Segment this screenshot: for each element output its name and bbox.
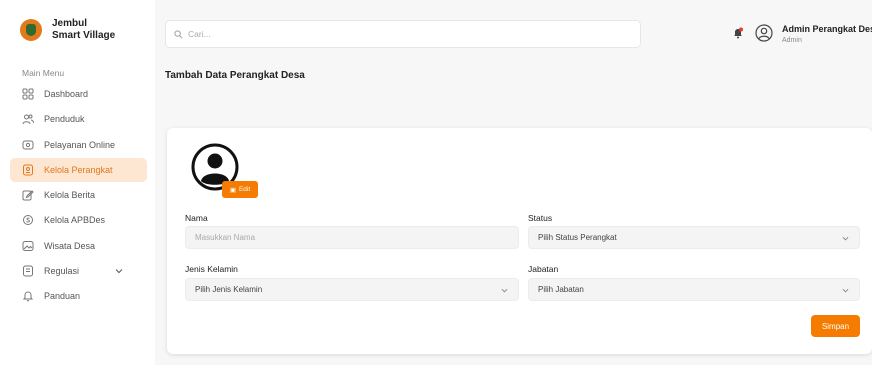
form-card: ▣ Edit Nama Status Pilih Status Perangka…	[167, 128, 872, 354]
document-icon	[22, 265, 34, 277]
save-button[interactable]: Simpan	[811, 315, 860, 337]
image-icon	[22, 240, 34, 252]
sidebar: Jembul Smart Village Main Menu Dashboard…	[0, 0, 155, 365]
brand-line-2: Smart Village	[52, 30, 116, 41]
user-name[interactable]: Admin Perangkat Des	[782, 24, 872, 34]
sidebar-item-label: Wisata Desa	[44, 240, 96, 251]
nama-field[interactable]	[185, 226, 519, 249]
brand-name: Jembul Smart Village	[52, 18, 115, 42]
sidebar-item-panduan[interactable]: Panduan	[10, 284, 147, 308]
sidebar-item-label: Penduduk	[44, 114, 85, 125]
jenis-kelamin-label: Jenis Kelamin	[185, 264, 238, 274]
sidebar-item-kelola-perangkat[interactable]: Kelola Perangkat	[10, 157, 147, 182]
brand[interactable]: Jembul Smart Village	[20, 18, 115, 42]
jenis-kelamin-select-value: Pilih Jenis Kelamin	[195, 285, 263, 294]
sidebar-item-kelola-apbdes[interactable]: Kelola APBDes	[10, 208, 147, 232]
sidebar-item-label: Panduan	[44, 291, 81, 302]
sidebar-item-pelayanan-online[interactable]: Pelayanan Online	[10, 133, 147, 157]
page-title: Tambah Data Perangkat Desa	[165, 70, 305, 81]
sidebar-item-label: Regulasi	[44, 266, 80, 277]
village-logo-icon	[20, 19, 42, 41]
sidebar-item-wisata-desa[interactable]: Wisata Desa	[10, 234, 147, 258]
money-icon	[22, 214, 34, 226]
status-select[interactable]: Pilih Status Perangkat	[528, 226, 860, 249]
jabatan-label: Jabatan	[528, 264, 559, 274]
search-icon	[174, 29, 183, 38]
brand-line-1: Jembul	[52, 18, 88, 29]
chevron-down-icon[interactable]	[115, 267, 123, 275]
topbar: Admin Perangkat Des Admin	[155, 0, 872, 60]
nama-input[interactable]	[195, 233, 518, 242]
menu-section-title: Main Menu	[22, 68, 65, 78]
status-label: Status	[528, 213, 553, 223]
id-card-icon	[22, 164, 34, 176]
jabatan-select-value: Pilih Jabatan	[538, 285, 584, 294]
sidebar-item-regulasi[interactable]: Regulasi	[10, 259, 147, 283]
user-role: Admin	[782, 37, 802, 44]
users-icon	[22, 113, 34, 125]
sidebar-item-penduduk[interactable]: Penduduk	[10, 107, 147, 131]
edit-photo-label: Edit	[238, 186, 251, 193]
chevron-down-icon	[842, 288, 849, 293]
sidebar-item-dashboard[interactable]: Dashboard	[10, 82, 147, 106]
search-box[interactable]	[165, 20, 641, 48]
sidebar-item-label: Kelola Perangkat	[44, 164, 113, 175]
sidebar-item-label: Pelayanan Online	[44, 139, 116, 150]
sidebar-item-kelola-berita[interactable]: Kelola Berita	[10, 183, 147, 207]
chevron-down-icon	[501, 288, 508, 293]
sidebar-item-label: Kelola Berita	[44, 190, 96, 201]
sidebar-item-label: Dashboard	[44, 89, 89, 99]
user-avatar-icon[interactable]	[755, 24, 773, 42]
sidebar-item-label: Kelola APBDes	[44, 215, 106, 226]
edit-photo-button[interactable]: ▣ Edit	[222, 181, 258, 198]
service-icon	[22, 139, 34, 151]
nama-label: Nama	[185, 213, 208, 223]
grid-icon	[22, 88, 34, 100]
edit-icon	[22, 189, 34, 201]
jabatan-select[interactable]: Pilih Jabatan	[528, 278, 860, 301]
search-input[interactable]	[188, 29, 588, 39]
chevron-down-icon	[842, 236, 849, 241]
notification-bell-icon[interactable]	[732, 27, 744, 39]
bell-icon	[22, 290, 34, 302]
camera-icon: ▣	[229, 186, 236, 194]
jenis-kelamin-select[interactable]: Pilih Jenis Kelamin	[185, 278, 519, 301]
sidebar-menu: Dashboard Penduduk Pelayanan Online Kelo…	[10, 82, 147, 310]
status-select-value: Pilih Status Perangkat	[538, 233, 617, 242]
